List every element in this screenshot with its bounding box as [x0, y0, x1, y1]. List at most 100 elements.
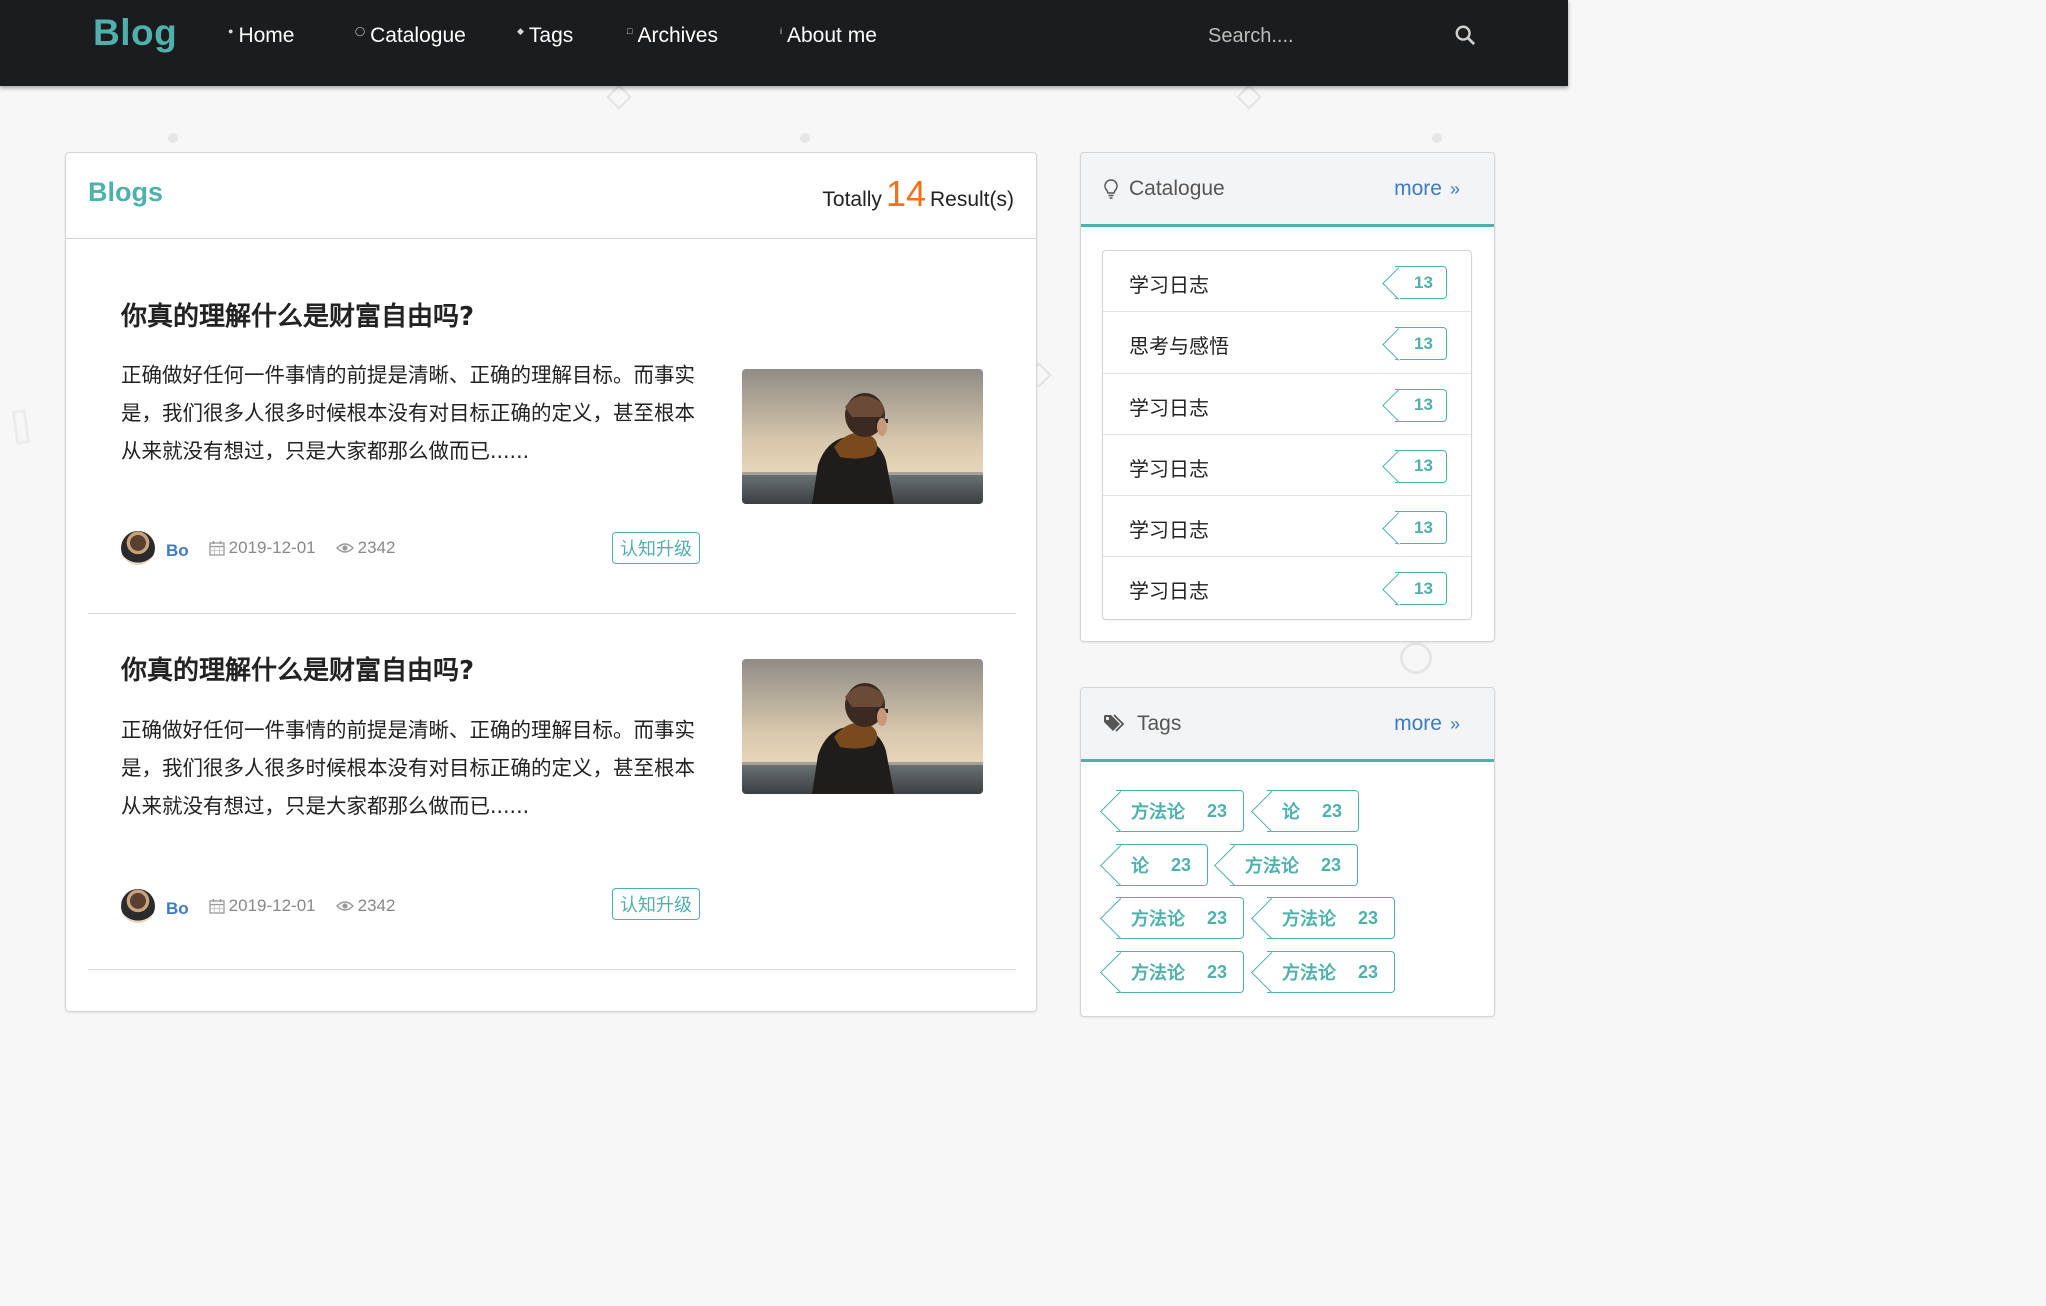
- cover-photo-person-at-sea: [742, 369, 983, 504]
- tags-icon: [1104, 714, 1125, 732]
- catalogue-item[interactable]: 学习日志 13: [1103, 435, 1471, 497]
- author-avatar[interactable]: [121, 889, 155, 923]
- page-title: Blogs: [88, 177, 164, 207]
- tag-chip-name: 方法论: [1245, 856, 1299, 877]
- calendar-icon: [209, 899, 225, 914]
- post-cover-image[interactable]: [742, 659, 983, 794]
- count-value: 13: [1414, 272, 1433, 292]
- catalogue-item-name: 思考与感悟: [1129, 334, 1229, 359]
- catalogue-count-badge: 13: [1395, 266, 1447, 299]
- tags-card-header: Tags more »: [1081, 688, 1494, 762]
- tags-more-link[interactable]: more »: [1394, 712, 1460, 736]
- tags-title-text: Tags: [1137, 712, 1182, 735]
- bg-diamond-shape: [606, 84, 632, 110]
- bg-diamond-shape: [1236, 84, 1262, 110]
- result-count-prefix: Totally: [822, 188, 882, 211]
- tags-card-title: Tags: [1103, 712, 1181, 736]
- lightbulb-icon: [1104, 179, 1118, 199]
- nav-item-home[interactable]: ● Home: [228, 22, 294, 50]
- post-title[interactable]: 你真的理解什么是财富自由吗?: [121, 296, 474, 333]
- post-date: 2019-12-01: [209, 896, 316, 916]
- calendar-icon: [209, 541, 225, 556]
- idea-icon: ◯: [355, 25, 366, 36]
- search-icon[interactable]: [1454, 24, 1476, 46]
- bg-circle-shape: [1400, 642, 1432, 674]
- author-name[interactable]: Bo: [166, 899, 189, 919]
- nav-item-archives[interactable]: □ Archives: [627, 22, 718, 50]
- eye-icon: [335, 901, 354, 911]
- tag-chip[interactable]: 方法论 23: [1267, 897, 1396, 939]
- top-navbar: Blog ● Home ◯ Catalogue ◆ Tags □ Archive…: [0, 0, 1568, 86]
- tag-chip[interactable]: 方法论 23: [1230, 844, 1359, 886]
- author-avatar[interactable]: [121, 531, 155, 565]
- nav-item-label: About me: [787, 24, 877, 47]
- tag-chip-count: 23: [1322, 800, 1343, 821]
- post-tag-label[interactable]: 认知升级: [612, 888, 700, 920]
- catalogue-item[interactable]: 学习日志 13: [1103, 374, 1471, 435]
- catalogue-count-badge: 13: [1395, 511, 1447, 545]
- post-tag-label[interactable]: 认知升级: [612, 532, 700, 564]
- catalogue-count-badge: 13: [1395, 572, 1447, 606]
- author-name[interactable]: Bo: [166, 541, 189, 561]
- nav-item-catalogue[interactable]: ◯ Catalogue: [355, 22, 466, 50]
- count-value: 13: [1414, 578, 1433, 598]
- post-views-text: 2342: [357, 896, 396, 915]
- result-count-suffix: Result(s): [929, 188, 1014, 211]
- tag-chip-name: 方法论: [1282, 963, 1336, 984]
- count-value: 13: [1414, 333, 1433, 353]
- result-count-number: 14: [885, 173, 926, 214]
- nav-item-tags[interactable]: ◆ Tags: [517, 22, 573, 50]
- cover-photo-person-at-sea: [742, 659, 983, 794]
- post-views: 2342: [335, 538, 396, 558]
- nav-item-label: Home: [238, 24, 295, 47]
- tag-chip[interactable]: 方法论 23: [1267, 951, 1396, 993]
- catalogue-item-name: 学习日志: [1129, 273, 1209, 297]
- bg-dot-shape: [800, 133, 810, 143]
- catalogue-item[interactable]: 学习日志 13: [1103, 557, 1471, 618]
- more-label: more: [1394, 712, 1442, 735]
- tag-chip[interactable]: 方法论 23: [1116, 790, 1245, 832]
- tag-chip-count: 23: [1171, 854, 1192, 875]
- blog-list-header: Blogs Totally 14 Result(s): [66, 153, 1036, 239]
- tag-icon: ◆: [517, 25, 524, 36]
- post-excerpt: 正确做好任何一件事情的前提是清晰、正确的理解目标。而事实是，我们很多人很多时候根…: [121, 363, 695, 463]
- catalogue-item-name: 学习日志: [1129, 579, 1209, 604]
- tag-chip[interactable]: 方法论 23: [1116, 951, 1245, 993]
- blog-post-item: 你真的理解什么是财富自由吗? 正确做好任何一件事情的前提是清晰、正确的理解目标。…: [88, 614, 1016, 970]
- post-date-text: 2019-12-01: [228, 538, 316, 557]
- catalogue-item[interactable]: 思考与感悟 13: [1103, 312, 1471, 374]
- brand-logo[interactable]: Blog: [93, 12, 177, 54]
- blog-post-item: 你真的理解什么是财富自由吗? 正确做好任何一件事情的前提是清晰、正确的理解目标。…: [88, 258, 1016, 614]
- tag-chip[interactable]: 论 23: [1267, 790, 1360, 832]
- tag-chip-name: 方法论: [1131, 802, 1185, 823]
- search-input[interactable]: [1208, 20, 1438, 52]
- post-excerpt: 正确做好任何一件事情的前提是清晰、正确的理解目标。而事实是，我们很多人很多时候根…: [121, 718, 695, 818]
- post-date-text: 2019-12-01: [228, 896, 316, 915]
- post-views-text: 2342: [357, 538, 396, 557]
- bg-dot-shape: [168, 133, 178, 143]
- tag-chip-name: 方法论: [1282, 909, 1336, 930]
- catalogue-card-header: Catalogue more »: [1081, 153, 1494, 227]
- clone-icon: □: [627, 26, 633, 36]
- count-value: 13: [1414, 517, 1433, 537]
- more-label: more: [1394, 177, 1442, 200]
- post-meta: Bo 2019-12-01 2342: [121, 530, 395, 566]
- tag-chip[interactable]: 论 23: [1116, 844, 1209, 886]
- catalogue-more-link[interactable]: more »: [1394, 177, 1460, 201]
- blog-list-card: Blogs Totally 14 Result(s) 你真的理解什么是财富自由吗…: [65, 152, 1037, 1012]
- nav-item-about[interactable]: i About me: [780, 22, 877, 50]
- post-title[interactable]: 你真的理解什么是财富自由吗?: [121, 650, 474, 687]
- tag-chip[interactable]: 方法论 23: [1116, 897, 1245, 939]
- post-meta: Bo 2019-12-01 2342: [121, 888, 395, 924]
- tag-chip-count: 23: [1321, 854, 1342, 875]
- double-chevron-right-icon: »: [1449, 713, 1460, 734]
- post-cover-image[interactable]: [742, 369, 983, 504]
- catalogue-count-badge: 13: [1395, 449, 1447, 483]
- catalogue-count-badge: 13: [1395, 388, 1447, 422]
- catalogue-item[interactable]: 学习日志 13: [1103, 251, 1471, 313]
- tag-chip-count: 23: [1207, 800, 1228, 821]
- count-value: 13: [1414, 456, 1433, 476]
- tag-chip-count: 23: [1207, 961, 1228, 982]
- catalogue-item[interactable]: 学习日志 13: [1103, 496, 1471, 558]
- bg-dot-shape: [1432, 133, 1442, 143]
